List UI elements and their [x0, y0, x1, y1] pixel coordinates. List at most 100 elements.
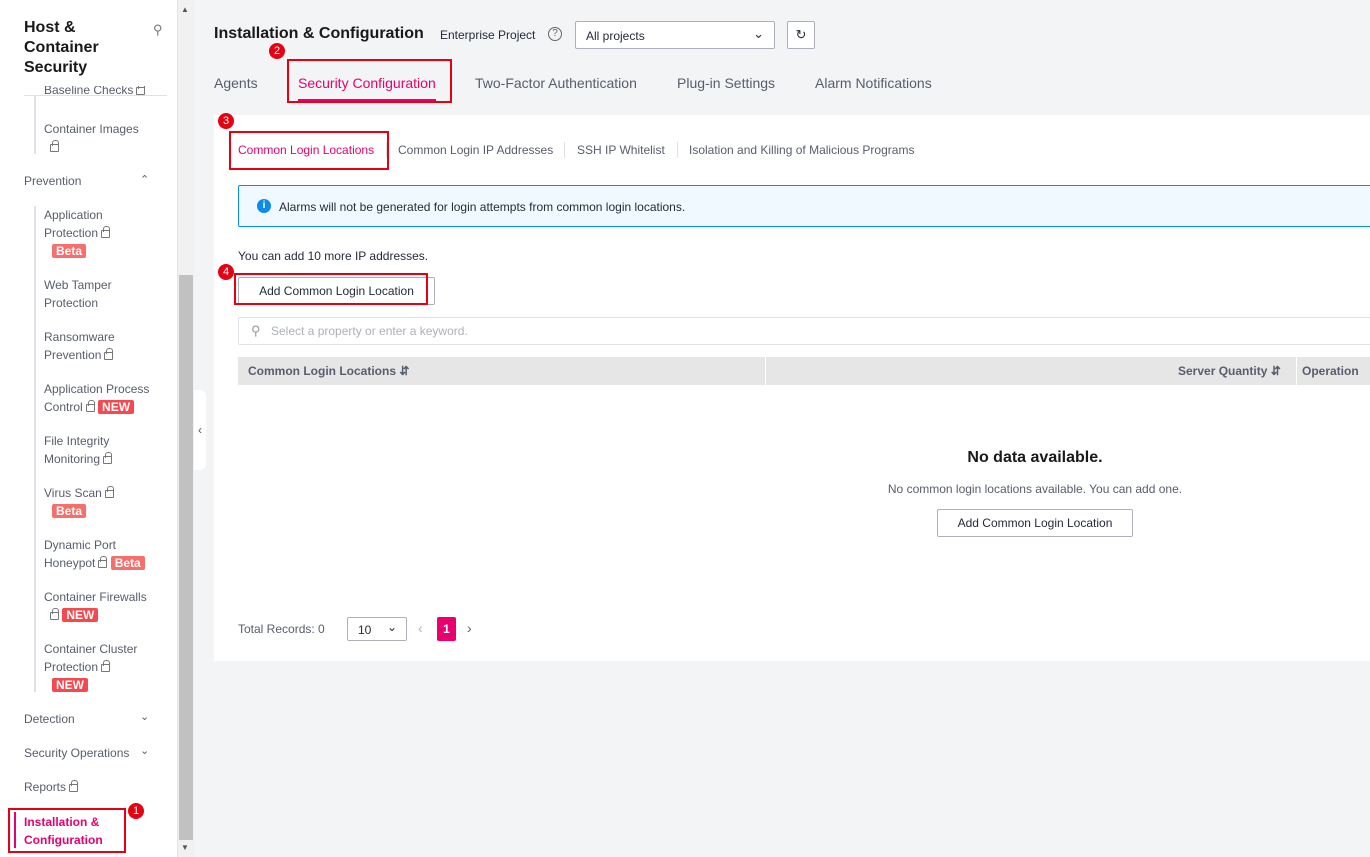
label: Web Tamper	[44, 278, 112, 292]
tab-alarm-notifications[interactable]: Alarm Notifications	[815, 75, 932, 91]
new-badge: NEW	[52, 678, 88, 692]
scroll-up-icon[interactable]: ▲	[181, 5, 189, 14]
chevron-down-icon[interactable]: ⌄	[140, 744, 149, 757]
sidebar-item-application-protection[interactable]: Application Protection Beta	[44, 206, 164, 260]
page-1-button[interactable]: 1	[437, 617, 456, 641]
lock-icon	[104, 348, 114, 360]
step-badge: 2	[269, 43, 285, 59]
lock-icon	[98, 556, 108, 568]
sidebar-item-reports[interactable]: Reports	[24, 780, 79, 794]
total-records: Total Records: 0	[238, 622, 325, 636]
beta-badge: Beta	[52, 244, 87, 258]
lock-icon	[101, 226, 111, 238]
sidebar-item-web-tamper-protection[interactable]: Web Tamper Protection	[44, 276, 164, 312]
info-icon: i	[257, 199, 271, 213]
search-placeholder: Select a property or enter a keyword.	[271, 324, 468, 338]
chevron-down-icon: ⌄	[753, 26, 764, 41]
label: Container Images	[44, 122, 139, 136]
lock-icon	[50, 608, 59, 620]
project-select[interactable]: All projects ⌄	[575, 21, 775, 49]
next-page-button[interactable]: ›	[467, 620, 472, 636]
label: Protection	[44, 296, 99, 310]
lock-icon	[69, 780, 79, 792]
page-title: Installation & Configuration	[214, 25, 424, 42]
sort-icon: ⇵	[399, 364, 410, 378]
new-badge: NEW	[62, 608, 99, 622]
prev-page-button[interactable]: ‹	[418, 620, 423, 636]
scrollbar-thumb[interactable]	[179, 275, 193, 840]
label: Application Process	[44, 382, 150, 396]
tab-agents[interactable]: Agents	[214, 75, 258, 91]
quota-text: You can add 10 more IP addresses.	[238, 249, 429, 263]
sidebar-item-container-cluster-protection[interactable]: Container Cluster Protection NEW	[44, 640, 164, 694]
select-value: 10	[358, 623, 372, 637]
step-badge: 1	[128, 803, 144, 819]
lock-icon	[50, 140, 59, 152]
sidebar-title: Host & Container Security	[24, 19, 99, 76]
empty-add-button[interactable]: Add Common Login Location	[937, 509, 1133, 537]
label: Baseline Checks	[44, 86, 134, 96]
label: Application	[44, 208, 103, 222]
sidebar-item-baseline-checks[interactable]: Baseline Checks	[44, 86, 164, 96]
label: Server Quantity	[1178, 364, 1268, 378]
chevron-down-icon[interactable]: ⌄	[140, 710, 149, 723]
empty-title: No data available.	[967, 449, 1103, 466]
new-badge: NEW	[98, 400, 135, 414]
chevron-up-icon[interactable]: ⌃	[140, 173, 149, 186]
enterprise-project-label: Enterprise Project	[440, 28, 536, 42]
scroll-down-icon[interactable]: ▼	[181, 843, 189, 852]
label: Container Cluster	[44, 642, 138, 656]
label: Monitoring	[44, 452, 101, 466]
divider	[1296, 357, 1297, 385]
divider	[677, 142, 678, 158]
label: Virus Scan	[44, 486, 102, 500]
column-header-locations[interactable]: Common Login Locations ⇵	[248, 364, 409, 378]
divider	[765, 357, 766, 385]
tab-two-factor-authentication[interactable]: Two-Factor Authentication	[475, 75, 637, 91]
search-icon: ⚲	[251, 323, 261, 338]
page-size-select[interactable]: 10 ⌄	[347, 617, 407, 641]
label: Dynamic Port	[44, 538, 117, 552]
lock-icon	[104, 486, 114, 498]
help-icon[interactable]: ?	[548, 27, 562, 41]
search-input[interactable]: ⚲ Select a property or enter a keyword.	[238, 317, 1370, 345]
sidebar-item-container-images[interactable]: Container Images	[44, 120, 164, 156]
label: Control	[44, 400, 83, 414]
label: Common Login Locations	[248, 364, 396, 378]
sidebar-item-ransomware-prevention[interactable]: Ransomware Prevention	[44, 328, 164, 364]
lock-icon	[85, 400, 95, 412]
sidebar-group-security-operations[interactable]: Security Operations	[24, 746, 129, 760]
sidebar-item-dynamic-port-honeypot[interactable]: Dynamic Port Honeypot Beta	[44, 536, 164, 572]
sidebar-item-virus-scan[interactable]: Virus Scan Beta	[44, 484, 164, 520]
tab-plug-in-settings[interactable]: Plug-in Settings	[677, 75, 775, 91]
sidebar-item-file-integrity-monitoring[interactable]: File Integrity Monitoring	[44, 432, 164, 468]
beta-badge: Beta	[110, 556, 145, 570]
label: File Integrity	[44, 434, 110, 448]
refresh-icon: ↻	[795, 27, 807, 42]
lock-icon	[103, 452, 113, 464]
label: Ransomware	[44, 330, 115, 344]
info-text: Alarms will not be generated for login a…	[279, 200, 686, 214]
select-value: All projects	[586, 29, 645, 43]
tree-line	[34, 206, 36, 692]
sidebar-group-prevention[interactable]: Prevention	[24, 174, 81, 188]
empty-text: No common login locations available. You…	[887, 482, 1183, 496]
divider	[564, 142, 565, 158]
subtab-ssh-ip-whitelist[interactable]: SSH IP Whitelist	[577, 143, 665, 157]
sidebar: Host & Container Security ⚲ Baseline Che…	[0, 0, 178, 857]
annotation-box	[287, 59, 452, 103]
column-header-server-quantity[interactable]: Server Quantity ⇵	[1178, 364, 1281, 378]
sidebar-item-container-firewalls[interactable]: Container Firewalls NEW	[44, 588, 164, 624]
collapse-sidebar-button[interactable]: ‹	[194, 390, 206, 470]
beta-badge: Beta	[52, 504, 87, 518]
sidebar-item-application-process-control[interactable]: Application Process Control NEW	[44, 380, 164, 416]
label: Reports	[24, 780, 67, 794]
step-badge: 4	[218, 264, 234, 280]
label: Protection	[44, 660, 99, 674]
search-icon[interactable]: ⚲	[153, 22, 163, 38]
subtab-common-login-ip-addresses[interactable]: Common Login IP Addresses	[398, 143, 553, 157]
chevron-down-icon: ⌄	[386, 620, 397, 634]
refresh-button[interactable]: ↻	[787, 21, 815, 49]
sidebar-group-detection[interactable]: Detection	[24, 712, 75, 726]
subtab-isolation-killing[interactable]: Isolation and Killing of Malicious Progr…	[689, 143, 914, 157]
